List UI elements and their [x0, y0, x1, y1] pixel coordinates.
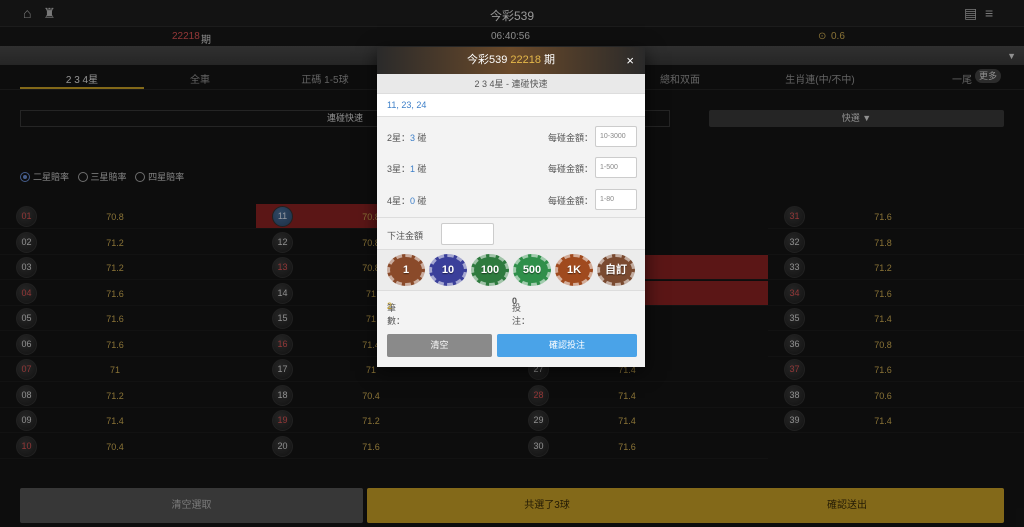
chip-row: 1 10 100 500 1K 自訂	[377, 250, 645, 291]
close-icon[interactable]: ×	[626, 47, 634, 74]
count-row: 筆數： 2 投注： 0	[387, 296, 531, 326]
chip-2[interactable]: 100	[471, 254, 509, 286]
stake-input[interactable]	[441, 223, 494, 245]
combo-row-3star: 3星：1 碰 每碰金額： 1-500	[387, 157, 637, 178]
stake-row: 下注金額	[377, 218, 645, 250]
combo-row-2star: 2星：3 碰 每碰金額： 10-3000	[387, 126, 637, 147]
amount-input-4star[interactable]: 1-80	[595, 189, 637, 210]
amount-input-3star[interactable]: 1-500	[595, 157, 637, 178]
selected-numbers: 11, 23, 24	[377, 94, 645, 117]
amount-label: 每碰金額：	[548, 133, 594, 143]
chip-4[interactable]: 1K	[555, 254, 593, 286]
modal-issue: 22218	[510, 54, 541, 66]
modal-subtitle: 2 3 4星 - 連碰快速	[377, 74, 645, 94]
chip-5[interactable]: 自訂	[597, 254, 635, 286]
amount-label: 每碰金額：	[548, 196, 594, 206]
combo-label: 2星：3 碰	[387, 133, 427, 143]
combo-label: 4星：0 碰	[387, 196, 427, 206]
combo-row-4star: 4星：0 碰 每碰金額： 1-80	[387, 189, 637, 210]
combo-label: 3星：1 碰	[387, 164, 427, 174]
modal-title: 今彩539	[466, 54, 508, 66]
modal-issue-suffix: 期	[544, 54, 556, 66]
stake-label: 下注金額	[387, 231, 424, 241]
chip-1[interactable]: 10	[429, 254, 467, 286]
modal-clear-button[interactable]: 清空	[387, 334, 492, 357]
modal-header: 今彩539 22218 期 ×	[377, 47, 645, 74]
chip-3[interactable]: 500	[513, 254, 551, 286]
amount-label: 每碰金額：	[548, 164, 594, 174]
count-value: 2	[387, 301, 393, 311]
chip-0[interactable]: 1	[387, 254, 425, 286]
bet-label: 投注： 0	[512, 296, 531, 326]
amount-input-2star[interactable]: 10-3000	[595, 126, 637, 147]
combo-rows: 2星：3 碰 每碰金額： 10-3000 3星：1 碰 每碰金額： 1-500 …	[377, 117, 645, 218]
confirm-bet-button[interactable]: 確認投注	[497, 334, 637, 357]
bet-modal: 今彩539 22218 期 × 2 3 4星 - 連碰快速 11, 23, 24…	[377, 47, 645, 367]
